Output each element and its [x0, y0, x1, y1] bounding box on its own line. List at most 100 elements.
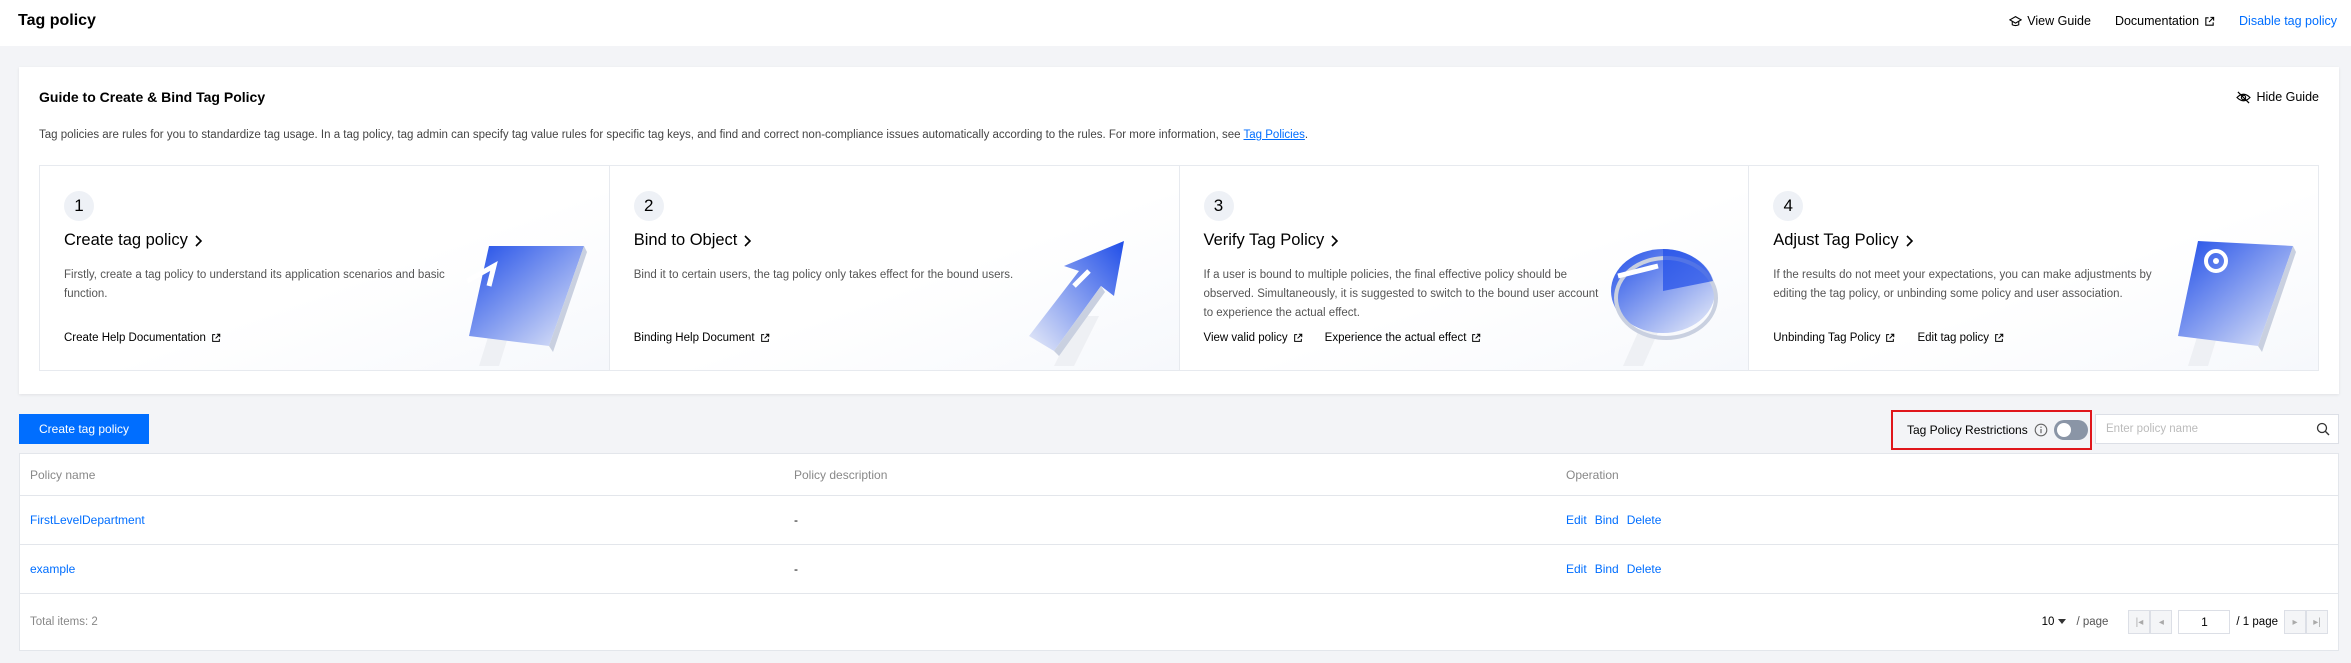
documentation-link[interactable]: Documentation — [2115, 14, 2215, 28]
adjust-policy-illustration — [2178, 241, 2296, 366]
eye-off-icon — [2236, 91, 2252, 103]
policy-search — [2095, 414, 2339, 444]
step-links: Unbinding Tag Policy Edit tag policy — [1773, 332, 2004, 344]
restrictions-toggle[interactable] — [2053, 420, 2088, 440]
tag-policy-restrictions: Tag Policy Restrictions — [1891, 410, 2092, 450]
page-total-label: / 1 page — [2236, 616, 2278, 628]
page-size-value: 10 — [2041, 616, 2055, 628]
next-page-icon[interactable]: ▸ — [2284, 610, 2306, 634]
info-icon[interactable] — [2034, 423, 2048, 437]
experience-actual-effect-link[interactable]: Experience the actual effect — [1325, 332, 1482, 344]
delete-button[interactable]: Delete — [1627, 513, 1662, 527]
guide-description-suffix: . — [1304, 129, 1309, 141]
link-label: Unbinding Tag Policy — [1773, 332, 1881, 344]
step-title-label: Adjust Tag Policy — [1773, 231, 1899, 249]
search-icon[interactable] — [2308, 422, 2338, 436]
bind-button[interactable]: Bind — [1595, 513, 1619, 527]
guide-description-text: Tag policies are rules for you to standa… — [39, 129, 1244, 141]
step-links: Binding Help Document — [634, 332, 770, 344]
caret-down-icon — [2058, 619, 2067, 624]
edit-button[interactable]: Edit — [1566, 562, 1587, 576]
disable-tag-policy-label: Disable tag policy — [2239, 14, 2337, 28]
last-page-icon[interactable]: ▸| — [2306, 610, 2328, 634]
policy-description: - — [794, 562, 798, 576]
restrictions-label: Tag Policy Restrictions — [1907, 423, 2028, 437]
step-title-create-tag-policy[interactable]: Create tag policy — [64, 231, 203, 250]
pager-prev-buttons: |◂ ◂ — [2128, 610, 2173, 634]
step-links: Create Help Documentation — [64, 332, 221, 344]
step-links: View valid policy Experience the actual … — [1204, 332, 1482, 344]
binding-help-document-link[interactable]: Binding Help Document — [634, 332, 770, 344]
table-row: FirstLevelDepartment - Edit Bind Delete — [20, 496, 2338, 545]
external-link-icon — [1472, 333, 1481, 342]
step-title-label: Bind to Object — [633, 231, 738, 249]
edit-tag-policy-link[interactable]: Edit tag policy — [1917, 332, 2004, 344]
total-items: Total items: 2 — [30, 616, 98, 628]
link-label: Edit tag policy — [1917, 332, 1990, 344]
row-operations: Edit Bind Delete — [1566, 562, 2338, 576]
hide-guide-label: Hide Guide — [2256, 90, 2319, 104]
policy-name-link[interactable]: example — [30, 562, 75, 576]
external-link-icon — [1995, 333, 2004, 342]
toggle-knob — [2056, 423, 2071, 437]
column-operation: Operation — [1566, 467, 1619, 482]
guide-card: Guide to Create & Bind Tag Policy Hide G… — [19, 67, 2339, 394]
chevron-right-icon — [1906, 234, 1913, 247]
table-row: example - Edit Bind Delete — [20, 545, 2338, 594]
prev-page-icon[interactable]: ◂ — [2150, 610, 2173, 634]
external-link-icon — [212, 333, 221, 342]
view-guide-link[interactable]: View Guide — [2009, 14, 2091, 28]
top-bar: Tag policy View Guide Documentation Disa… — [0, 0, 2351, 46]
policy-description: - — [794, 513, 798, 527]
external-link-icon — [760, 333, 769, 342]
search-input[interactable] — [2096, 415, 2308, 443]
step-number: 1 — [64, 191, 94, 221]
step-title-bind-to-object[interactable]: Bind to Object — [634, 231, 753, 250]
documentation-label: Documentation — [2114, 14, 2200, 28]
table-toolbar: Create tag policy Tag Policy Restriction… — [19, 410, 2339, 450]
guide-steps: 1 Create tag policy Firstly, create a ta… — [39, 165, 2319, 371]
external-link-icon — [1886, 333, 1895, 342]
disable-tag-policy-link[interactable]: Disable tag policy — [2239, 14, 2337, 28]
page-title: Tag policy — [18, 12, 96, 29]
step-title-adjust-tag-policy[interactable]: Adjust Tag Policy — [1773, 231, 1913, 250]
table-header: Policy name Policy description Operation — [20, 454, 2338, 496]
policy-table: Policy name Policy description Operation… — [19, 453, 2339, 651]
guide-step-3: 3 Verify Tag Policy If a user is bound t… — [1179, 166, 1750, 370]
first-page-icon[interactable]: |◂ — [2128, 610, 2151, 634]
per-page-label: / page — [2076, 616, 2109, 628]
create-help-documentation-link[interactable]: Create Help Documentation — [64, 332, 221, 344]
guide-step-4: 4 Adjust Tag Policy If the results do no… — [1749, 166, 2318, 370]
column-policy-description: Policy description — [794, 467, 888, 482]
external-link-icon — [1293, 333, 1302, 342]
verify-policy-illustration — [1611, 249, 1719, 366]
graduation-cap-icon — [2009, 15, 2023, 26]
page-size-select[interactable]: 10 — [2042, 616, 2067, 628]
edit-button[interactable]: Edit — [1566, 513, 1587, 527]
delete-button[interactable]: Delete — [1627, 562, 1662, 576]
page-number-input[interactable] — [2178, 610, 2231, 634]
guide-step-2: 2 Bind to Object Bind it to certain user… — [609, 166, 1180, 370]
unbinding-tag-policy-link[interactable]: Unbinding Tag Policy — [1773, 332, 1895, 344]
top-actions: View Guide Documentation Disable tag pol… — [2009, 14, 2337, 28]
pager-next-buttons: ▸ ▸| — [2284, 610, 2328, 634]
link-label: Experience the actual effect — [1324, 332, 1467, 344]
table-footer: Total items: 2 10 / page |◂ ◂ / 1 page ▸… — [20, 594, 2338, 650]
bind-object-illustration — [1028, 241, 1124, 366]
link-label: Create Help Documentation — [64, 332, 206, 344]
link-label: View valid policy — [1203, 332, 1288, 344]
chevron-right-icon — [1331, 234, 1339, 247]
link-label: Binding Help Document — [633, 332, 755, 344]
bind-button[interactable]: Bind — [1595, 562, 1619, 576]
step-description: Bind it to certain users, the tag policy… — [633, 269, 1014, 281]
step-description: If a user is bound to multiple policies,… — [1203, 269, 1599, 319]
external-link-icon — [2205, 16, 2215, 26]
create-tag-policy-button[interactable]: Create tag policy — [19, 414, 150, 444]
hide-guide-button[interactable]: Hide Guide — [2236, 90, 2319, 104]
step-title-label: Verify Tag Policy — [1203, 231, 1325, 249]
tag-policies-link[interactable]: Tag Policies — [1244, 129, 1305, 141]
step-title-verify-tag-policy[interactable]: Verify Tag Policy — [1204, 231, 1340, 250]
policy-name-link[interactable]: FirstLevelDepartment — [30, 513, 145, 527]
view-valid-policy-link[interactable]: View valid policy — [1204, 332, 1303, 344]
row-operations: Edit Bind Delete — [1566, 513, 2338, 527]
